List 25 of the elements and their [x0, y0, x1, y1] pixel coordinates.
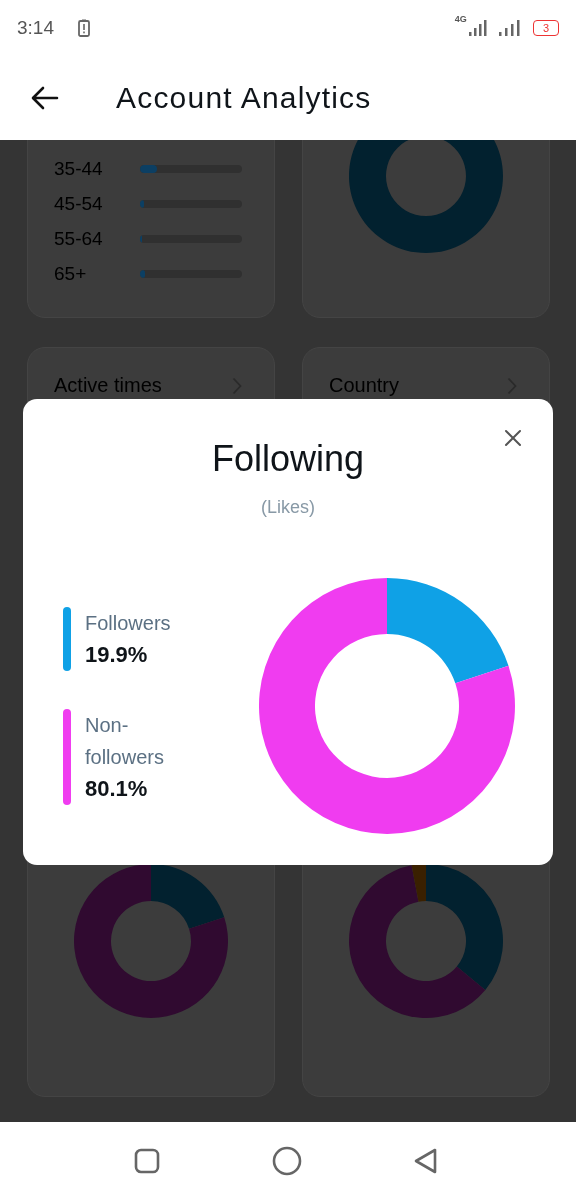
legend-value: 80.1% [85, 775, 149, 803]
age-range-label: 65+ [54, 262, 88, 285]
home-icon[interactable] [271, 1146, 302, 1176]
age-range-label: 45-54 [54, 192, 104, 215]
age-range-label: 35-44 [54, 157, 104, 180]
dialog-title: Following [211, 437, 365, 481]
dialog-subtitle: (Likes) [261, 497, 315, 518]
recents-icon[interactable] [134, 1148, 160, 1174]
card-title: Active times [54, 374, 162, 397]
network-type-label: 4G [454, 14, 467, 24]
signal-icon [498, 19, 521, 36]
age-range-label: 55-64 [54, 227, 104, 250]
page-title: Account Analytics [116, 80, 372, 115]
close-button[interactable] [503, 428, 523, 448]
battery-indicator: 3 [532, 19, 559, 36]
close-icon [504, 429, 522, 447]
back-icon[interactable] [413, 1147, 439, 1175]
card-title: Country [329, 374, 400, 397]
back-arrow-icon[interactable] [31, 85, 59, 110]
signal-icon [468, 19, 489, 36]
legend-label: Non-followers [85, 713, 165, 770]
status-time: 3:14 [17, 16, 54, 39]
battery-alert-icon [78, 18, 90, 37]
legend-value: 19.9% [85, 641, 149, 669]
legend-label: Followers [85, 611, 172, 636]
